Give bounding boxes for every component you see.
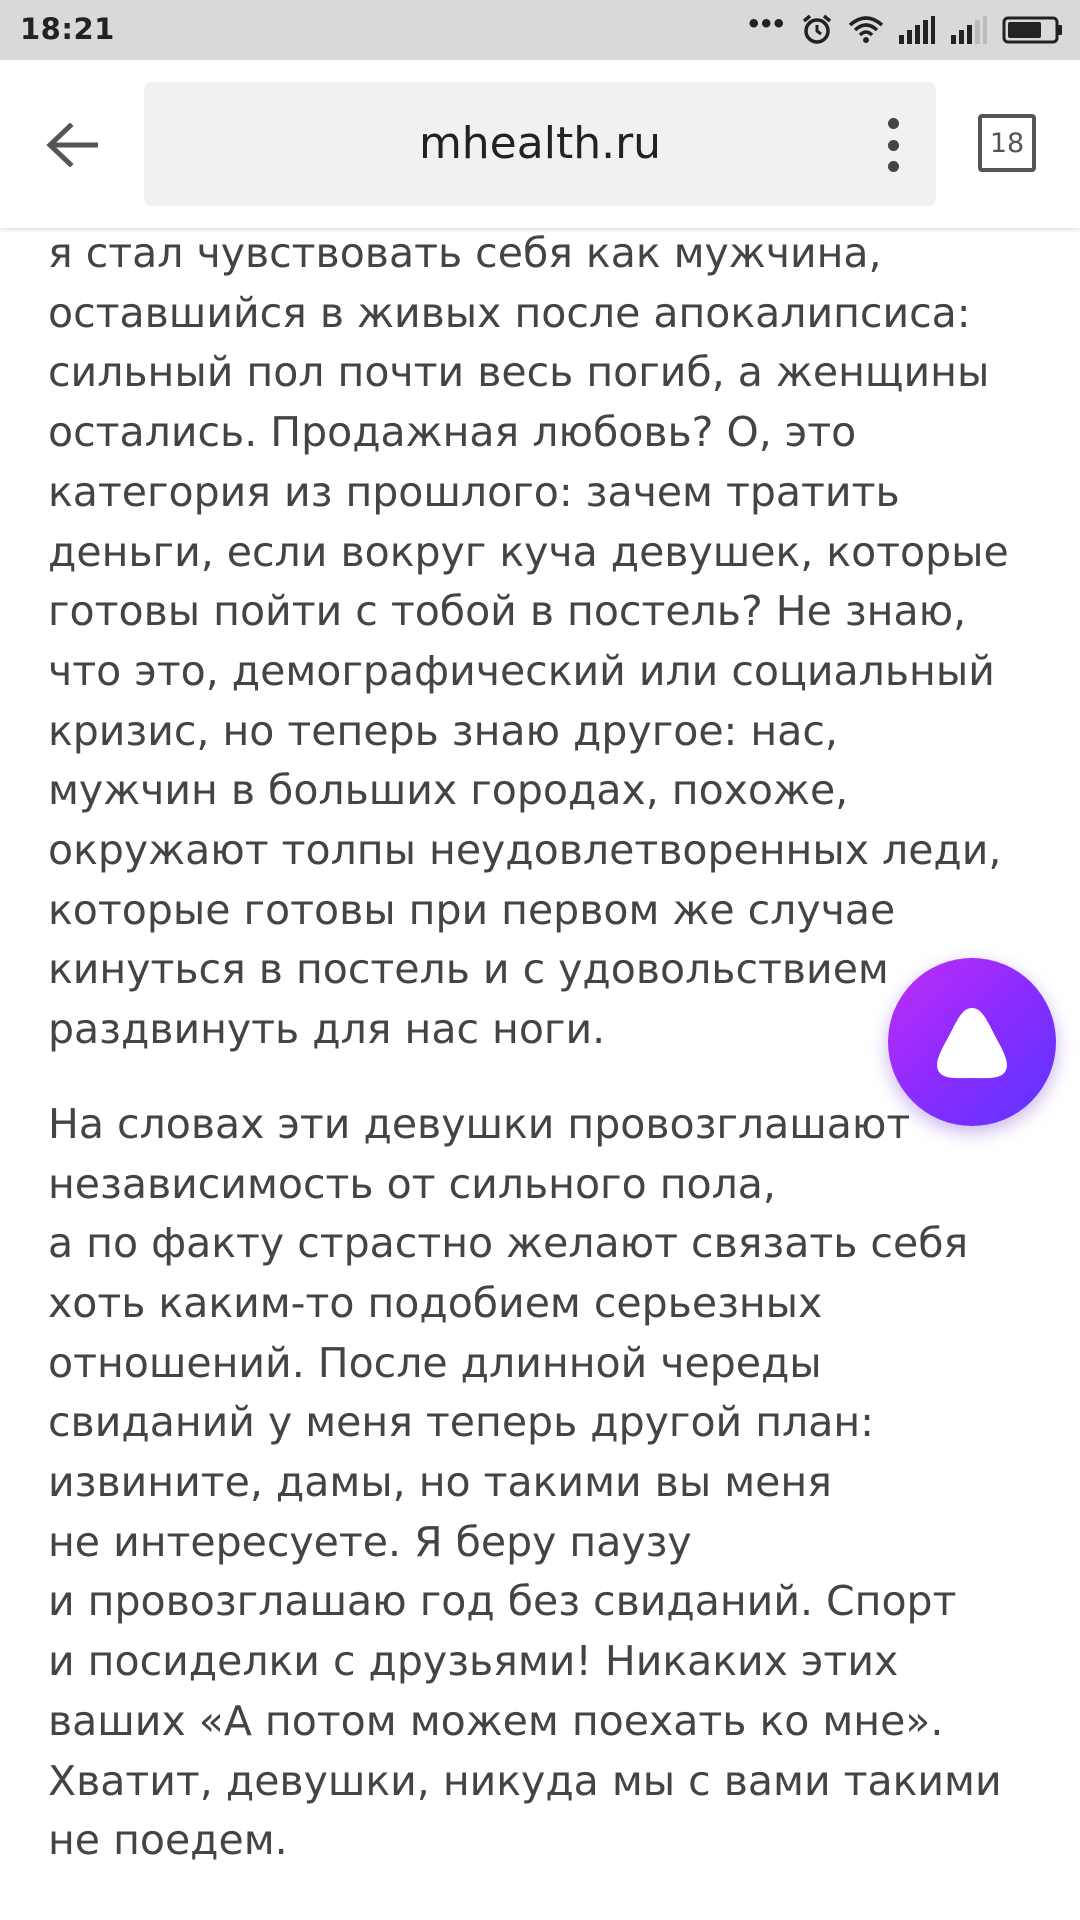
- text-line: окружают толпы неудовлетворенных леди,: [48, 826, 1002, 875]
- text-line: сильный пол почти весь погиб, а женщины: [48, 348, 990, 397]
- article-paragraph: я стал чувствовать себя как мужчина, ост…: [48, 224, 1048, 1060]
- text-line: независимость от сильного пола,: [48, 1159, 776, 1208]
- address-bar[interactable]: mhealth.ru: [144, 82, 936, 206]
- status-bar: 18:21 •••: [0, 0, 1080, 60]
- text-line: и посиделки с друзьями! Никаких этих: [48, 1637, 899, 1686]
- battery-icon: [1002, 16, 1062, 44]
- text-line: мужчин в больших городах, похоже,: [48, 766, 849, 815]
- text-line: что это, демографический или социальный: [48, 646, 995, 695]
- url-text[interactable]: mhealth.ru: [144, 118, 936, 169]
- alice-assistant-icon: [937, 1008, 1007, 1079]
- signal-icon: [899, 16, 935, 44]
- text-line: я стал чувствовать себя как мужчина,: [48, 229, 882, 277]
- status-icons: •••: [748, 7, 1064, 50]
- text-line: не интересуете. Я беру паузу: [48, 1517, 692, 1566]
- text-line: Хватит, девушки, никуда мы с вами такими: [48, 1756, 1002, 1805]
- text-line: и провозглашаю год без свиданий. Спорт: [48, 1577, 957, 1626]
- text-line: отношений. После длинной череды: [48, 1338, 822, 1387]
- menu-dot: [887, 161, 899, 172]
- text-line: а по факту страстно желают связать себя: [48, 1219, 969, 1268]
- browser-toolbar: mhealth.ru 18: [0, 60, 1080, 228]
- text-line: кинуться в постель и с удовольствием: [48, 945, 889, 994]
- text-line: деньги, если вокруг куча девушек, которы…: [48, 527, 1009, 576]
- text-line: остались. Продажная любовь? О, это: [48, 408, 857, 457]
- text-line: извините, дамы, но такими вы меня: [48, 1458, 832, 1507]
- text-line: которые готовы при первом же случае: [48, 885, 896, 934]
- text-line: готовы пойти с тобой в постель? Не знаю,: [48, 587, 967, 636]
- text-line: хоть каким-то подобием серьезных: [48, 1278, 823, 1327]
- back-button[interactable]: [32, 110, 112, 180]
- tabs-count-button[interactable]: 18: [978, 114, 1036, 172]
- text-line: свиданий у меня теперь другой план:: [48, 1398, 874, 1447]
- alice-assistant-button[interactable]: [888, 958, 1056, 1126]
- wifi-icon: [848, 16, 884, 43]
- status-time: 18:21: [20, 12, 115, 46]
- text-line: оставшийся в живых после апокалипсиса:: [48, 288, 971, 337]
- back-arrow-icon: [46, 123, 98, 167]
- menu-dot: [887, 118, 899, 129]
- menu-dot: [887, 139, 899, 151]
- alarm-icon: [802, 14, 832, 44]
- text-line: На словах эти девушки провозглашают: [48, 1099, 911, 1148]
- article-paragraph: На словах эти девушки провозглашают неза…: [48, 1095, 1048, 1871]
- more-dots-icon: •••: [748, 7, 786, 40]
- text-line: кризис, но теперь знаю другое: нас,: [48, 706, 838, 755]
- text-line: ваших «А потом можем поехать ко мне».: [48, 1696, 944, 1745]
- text-line: не поедем.: [48, 1816, 288, 1865]
- text-line: категория из прошлого: зачем тратить: [48, 467, 900, 516]
- more-menu-button[interactable]: [878, 118, 908, 172]
- signal-icon: [951, 16, 987, 44]
